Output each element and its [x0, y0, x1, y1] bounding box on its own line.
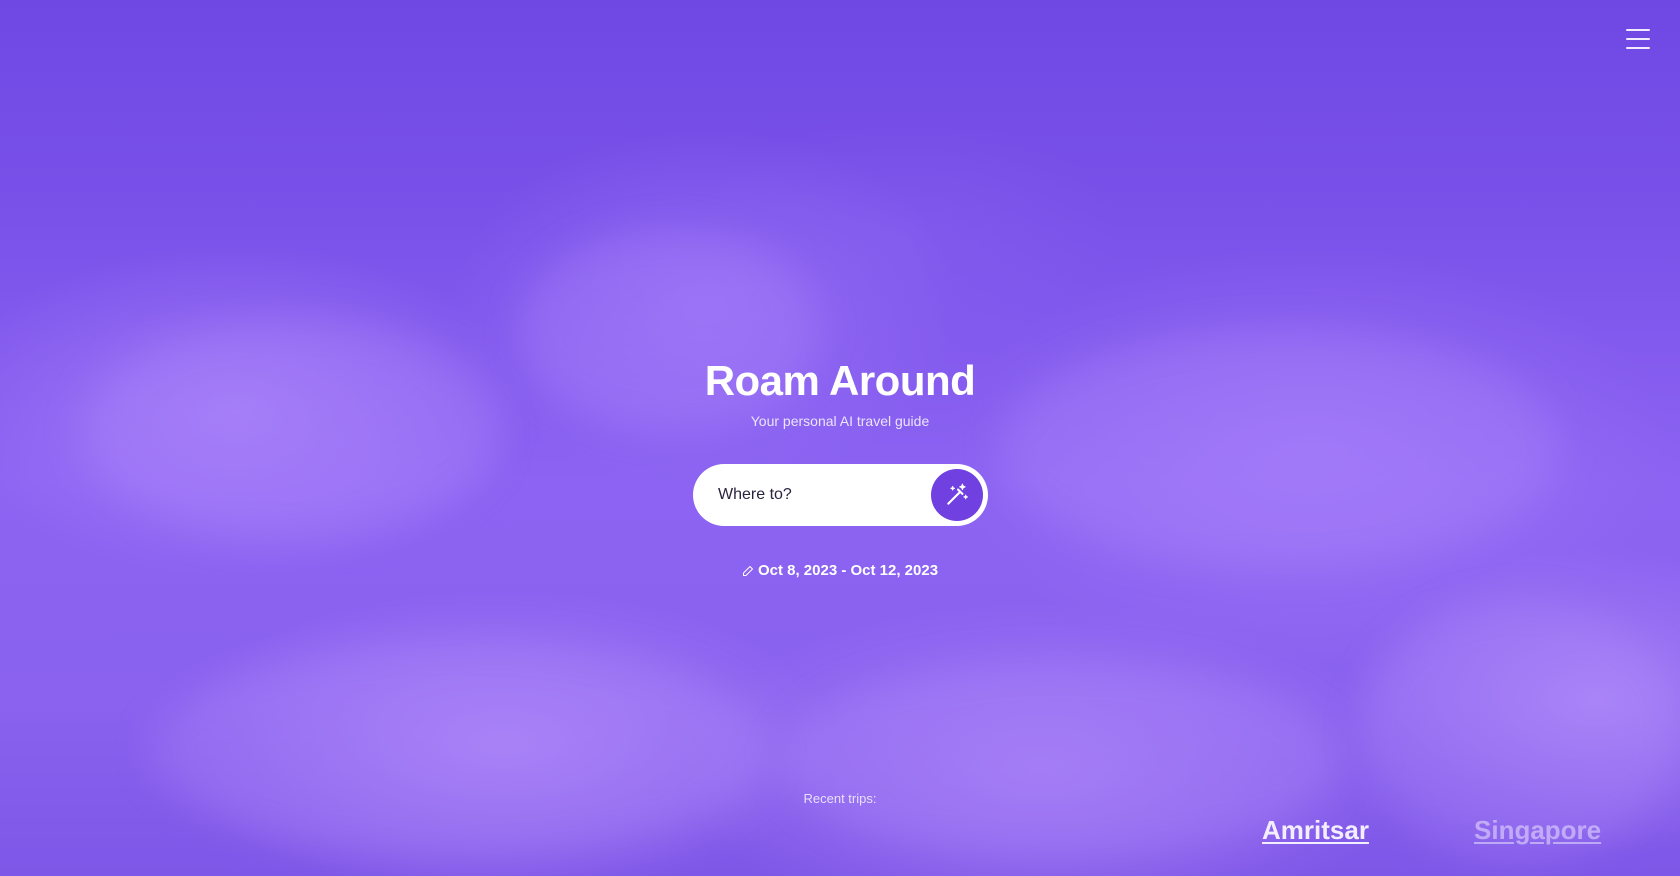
magic-wand-icon [947, 483, 969, 505]
date-range: Oct 8, 2023 - Oct 12, 2023 [0, 562, 1680, 579]
cloud-decoration [780, 660, 1340, 860]
hero: Roam Around Your personal AI travel guid… [0, 356, 1680, 430]
search-box [693, 464, 988, 526]
recent-trip-amritsar[interactable]: Amritsar [1262, 815, 1369, 846]
hamburger-menu-icon[interactable] [1626, 29, 1650, 49]
pencil-icon [742, 565, 753, 576]
edit-dates-button[interactable]: Oct 8, 2023 - Oct 12, 2023 [742, 562, 938, 579]
menu-line [1626, 38, 1650, 40]
date-range-label: Oct 8, 2023 - Oct 12, 2023 [757, 562, 939, 579]
recent-trips-label: Recent trips: [803, 791, 877, 806]
menu-line [1626, 47, 1650, 49]
generate-trip-button[interactable] [931, 469, 983, 521]
page-title: Roam Around [704, 357, 976, 404]
cloud-decoration [150, 640, 770, 860]
menu-line [1626, 29, 1650, 31]
recent-trip-singapore[interactable]: Singapore [1474, 815, 1601, 846]
cloud-decoration [80, 320, 500, 540]
page-subtitle: Your personal AI travel guide [750, 413, 930, 429]
